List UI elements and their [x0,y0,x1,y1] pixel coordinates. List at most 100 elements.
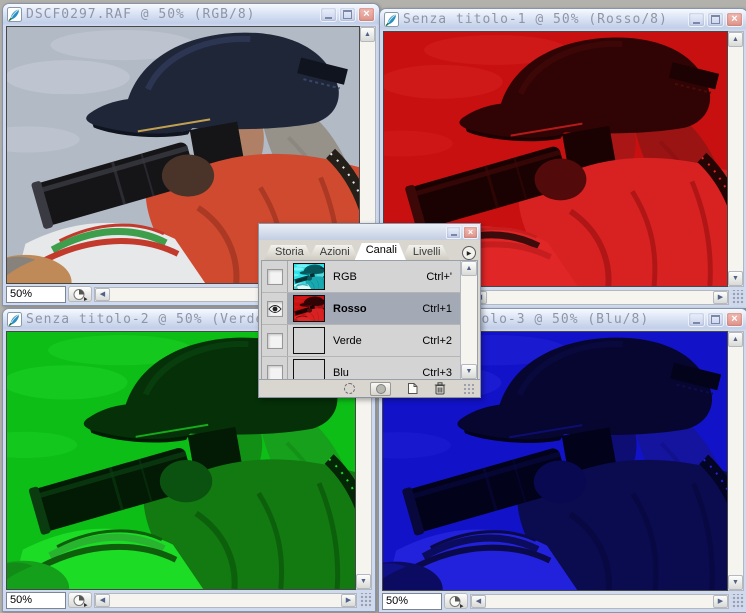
horizontal-scrollbar[interactable]: ◀ ▶ [471,290,729,305]
maximize-button[interactable] [707,12,724,27]
photoshop-file-icon [7,312,22,327]
save-selection-as-channel-button[interactable] [370,382,391,396]
scroll-down-icon[interactable]: ▼ [461,364,477,379]
minimize-button[interactable] [688,12,705,27]
visibility-toggle[interactable] [262,325,288,356]
status-info-button[interactable] [444,593,468,609]
zoom-input[interactable] [6,286,66,303]
channel-row-verde[interactable]: Verde Ctrl+2 [262,325,460,357]
trash-icon [434,382,446,395]
horizontal-scroll-track[interactable] [110,594,341,607]
channels-list: RGB Ctrl+' Rosso Ctrl+1 [261,260,478,379]
horizontal-scroll-track[interactable] [487,291,713,304]
palette-titlebar[interactable]: × [259,224,480,240]
channel-shortcut: Ctrl+1 [422,303,455,315]
minimize-icon [325,17,332,19]
visibility-toggle[interactable] [262,261,288,292]
photoshop-file-icon [384,12,399,27]
maximize-icon [343,10,352,19]
channel-shortcut: Ctrl+' [426,271,455,283]
window-titlebar[interactable]: Senza titolo-1 @ 50% (Rosso/8) × [380,9,746,30]
minimize-icon [693,322,700,324]
palette-minimize-button[interactable] [446,226,461,239]
close-button[interactable]: × [726,12,743,27]
scroll-right-icon[interactable]: ▶ [713,291,728,304]
palette-close-button[interactable]: × [463,226,478,239]
palette-menu-button[interactable]: ▶ [462,246,476,260]
tab-storia[interactable]: Storia [264,245,313,260]
scroll-up-icon[interactable]: ▲ [461,261,477,276]
channel-thumbnail-rgb [293,263,325,290]
delete-channel-button[interactable] [434,382,446,395]
close-icon: × [363,9,369,20]
scroll-down-icon[interactable]: ▼ [728,575,743,590]
vertical-scroll-track[interactable] [728,47,743,271]
minimize-icon [451,234,457,236]
scroll-left-icon[interactable]: ◀ [95,288,110,301]
scroll-right-icon[interactable]: ▶ [713,595,728,608]
status-bar: ◀ ▶ [3,590,375,611]
visibility-toggle[interactable] [262,293,288,324]
scroll-right-icon[interactable]: ▶ [341,594,356,607]
close-button[interactable]: × [358,7,375,22]
minimize-icon [693,22,700,24]
minimize-button[interactable] [320,7,337,22]
new-channel-button[interactable] [406,382,419,395]
window-title: Senza titolo-1 @ 50% (Rosso/8) [403,12,684,27]
palette-scroll-track[interactable] [461,276,477,364]
channel-label: Rosso [333,303,367,315]
palette-bottom-bar [259,379,480,397]
tab-azioni[interactable]: Azioni [309,245,359,260]
status-info-button[interactable] [68,592,92,608]
minimize-button[interactable] [688,312,705,327]
photoshop-workspace: DSCF0297.RAF @ 50% (RGB/8) × ▲ ▼ [0,0,746,613]
scroll-left-icon[interactable]: ◀ [95,594,110,607]
scroll-left-icon[interactable]: ◀ [471,595,486,608]
horizontal-scrollbar[interactable]: ◀ ▶ [470,594,729,609]
close-icon: × [731,314,737,325]
maximize-icon [711,315,720,324]
scroll-up-icon[interactable]: ▲ [728,332,743,347]
channel-thumbnail-rosso [293,295,325,322]
maximize-button[interactable] [339,7,356,22]
palette-resize-grip[interactable] [463,383,474,395]
channel-label: Verde [333,335,362,347]
status-info-icon [73,594,88,607]
close-button[interactable]: × [726,312,743,327]
window-title: DSCF0297.RAF @ 50% (RGB/8) [26,7,316,22]
status-info-button[interactable] [68,286,92,302]
vertical-scrollbar[interactable]: ▲ ▼ [728,31,744,287]
horizontal-scroll-track[interactable] [486,595,713,608]
window-titlebar[interactable]: DSCF0297.RAF @ 50% (RGB/8) × [3,4,379,25]
channel-thumbnail-verde [293,327,325,354]
vertical-scroll-track[interactable] [728,347,743,575]
scroll-down-icon[interactable]: ▼ [356,574,371,589]
channel-row-rosso[interactable]: Rosso Ctrl+1 [262,293,460,325]
resize-grip[interactable] [731,594,744,609]
photoshop-file-icon [7,7,22,22]
zoom-input[interactable] [6,592,66,609]
channel-label: RGB [333,271,357,283]
palette-scrollbar[interactable]: ▲ ▼ [460,261,477,379]
selection-circle-icon [376,384,386,394]
status-bar: ◀ ▶ [379,591,746,612]
channels-palette: × Storia Azioni Canali Livelli ▶ RG [258,223,481,398]
scroll-up-icon[interactable]: ▲ [728,32,743,47]
tab-canali[interactable]: Canali [355,243,406,260]
load-channel-as-selection-button[interactable] [344,383,355,394]
close-icon: × [731,14,737,25]
palette-tabs: Storia Azioni Canali Livelli ▶ [259,240,480,260]
scroll-up-icon[interactable]: ▲ [360,27,375,42]
resize-grip[interactable] [359,593,372,608]
eye-icon [268,304,282,314]
vertical-scrollbar[interactable]: ▲ ▼ [728,331,744,591]
maximize-icon [711,15,720,24]
maximize-button[interactable] [707,312,724,327]
palette-menu-icon: ▶ [467,250,472,257]
tab-livelli[interactable]: Livelli [402,245,450,260]
scroll-down-icon[interactable]: ▼ [728,271,743,286]
zoom-input[interactable] [382,593,442,610]
horizontal-scrollbar[interactable]: ◀ ▶ [94,593,357,608]
resize-grip[interactable] [731,290,744,305]
channel-row-rgb[interactable]: RGB Ctrl+' [262,261,460,293]
